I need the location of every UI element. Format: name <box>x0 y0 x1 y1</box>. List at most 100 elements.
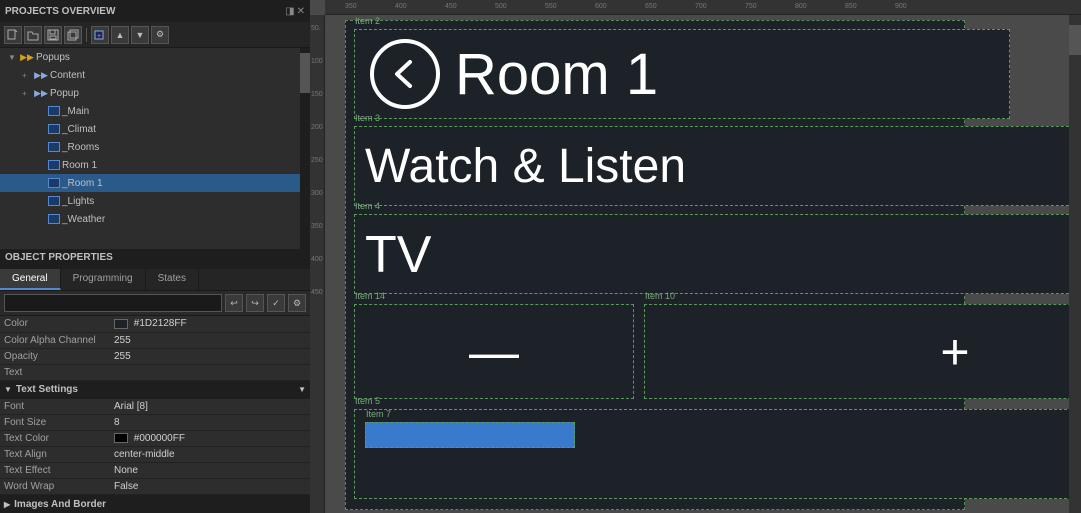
page-icon <box>48 106 60 116</box>
properties-tabs: General Programming States <box>0 269 310 291</box>
new-btn[interactable] <box>4 26 22 44</box>
object-name-input[interactable] <box>4 294 222 312</box>
prop-wordwrap-row: Word Wrap False <box>0 479 310 495</box>
prop-texteffect-value: None <box>110 463 310 479</box>
collapse-icon[interactable]: ▼ <box>4 385 12 394</box>
item2-content: Room 1 <box>355 30 1009 118</box>
text-color-swatch[interactable] <box>114 433 128 443</box>
tree-weather[interactable]: _Weather <box>0 210 300 228</box>
minus-content: — <box>355 305 633 398</box>
prop-text-value <box>110 364 310 380</box>
tv-text: TV <box>355 226 441 284</box>
watch-listen-text: Watch & Listen <box>365 139 686 194</box>
tree-item-label: Room 1 <box>62 160 97 171</box>
settings-btn[interactable]: ⚙ <box>151 26 169 44</box>
down-btn[interactable]: ▼ <box>131 26 149 44</box>
item7[interactable]: Item 7 <box>365 422 575 448</box>
page-icon <box>48 124 60 134</box>
prop-fontsize-value: 8 <box>110 415 310 431</box>
expand-icon: ▼ <box>8 53 20 62</box>
prop-opacity-value: 255 <box>110 348 310 364</box>
ruler-top: 350 400 450 500 550 600 650 700 750 800 … <box>325 0 1081 15</box>
prop-alpha-label: Color Alpha Channel <box>0 332 110 348</box>
prop-textalign-row: Text Align center-middle <box>0 447 310 463</box>
tree-popup[interactable]: + ▶▶ Popup <box>0 84 300 102</box>
images-collapse-icon[interactable]: ▶ <box>4 500 10 509</box>
tab-states[interactable]: States <box>146 269 199 290</box>
prop-textcolor-label: Text Color <box>0 431 110 447</box>
back-arrow-circle[interactable] <box>370 39 440 109</box>
item14[interactable]: Item 14 — <box>354 304 634 399</box>
canvas-content: Item 2 Room 1 Item 3 Watch & Listen <box>325 15 1081 513</box>
add-page-btn[interactable]: + <box>91 26 109 44</box>
tree-item-label: _Rooms <box>62 142 99 153</box>
canvas-scrollbar-right[interactable] <box>1069 15 1081 513</box>
svg-text:+: + <box>97 33 101 40</box>
prop-fontsize-row: Font Size 8 <box>0 415 310 431</box>
item7-label: Item 7 <box>366 409 391 419</box>
open-btn[interactable] <box>24 26 42 44</box>
color-swatch[interactable] <box>114 319 128 329</box>
item5[interactable]: Item 5 Item 7 <box>354 409 1081 499</box>
toolbar-sep-1 <box>86 28 87 42</box>
tree-content[interactable]: + ▶▶ Content <box>0 66 300 84</box>
tree-main[interactable]: _Main <box>0 102 300 120</box>
item3[interactable]: Item 3 Watch & Listen <box>354 126 1081 206</box>
undo-btn[interactable]: ↩ <box>225 294 243 312</box>
tree-room1b[interactable]: _Room 1 <box>0 174 300 192</box>
prop-opacity-label: Opacity <box>0 348 110 364</box>
prop-wordwrap-label: Word Wrap <box>0 479 110 495</box>
tree-popups[interactable]: ▼ ▶▶ Popups <box>0 48 300 66</box>
copy-btn[interactable] <box>64 26 82 44</box>
prop-textalign-value: center-middle <box>110 447 310 463</box>
tree-item-label: _Weather <box>62 214 105 225</box>
tree-lights[interactable]: _Lights <box>0 192 300 210</box>
room-title: Room 1 <box>455 41 658 108</box>
projects-toolbar: + ▲ ▼ ⚙ <box>0 22 310 48</box>
item5-label: Item 5 <box>355 396 380 406</box>
page-icon <box>48 214 60 224</box>
save-project-btn[interactable] <box>44 26 62 44</box>
close-panel-icon[interactable]: ✕ <box>297 6 305 17</box>
prop-textcolor-row: Text Color #000000FF <box>0 431 310 447</box>
tab-general[interactable]: General <box>0 269 61 290</box>
item2[interactable]: Item 2 Room 1 <box>354 29 1010 119</box>
up-btn[interactable]: ▲ <box>111 26 129 44</box>
tab-programming[interactable]: Programming <box>61 269 146 290</box>
item4-label: Item 4 <box>355 201 380 211</box>
tree-item-label: _Climat <box>62 124 96 135</box>
ruler-left: 50. 100 150 200 250 300 350 400 450 <box>310 15 325 513</box>
confirm-btn[interactable]: ✓ <box>267 294 285 312</box>
page-icon <box>48 196 60 206</box>
prop-texteffect-row: Text Effect None <box>0 463 310 479</box>
item2-label: Item 2 <box>355 16 380 26</box>
item4[interactable]: Item 4 TV <box>354 214 1081 294</box>
tree-item-label: _Lights <box>62 196 94 207</box>
canvas-area: 350 400 450 500 550 600 650 700 750 800 … <box>310 0 1081 513</box>
prop-color-row: Color #1D2128FF <box>0 316 310 332</box>
tree-item-label: Popup <box>50 88 79 99</box>
images-border-header: ▶ Images And Border <box>0 495 310 513</box>
page-icon <box>48 142 60 152</box>
tree-rooms[interactable]: _Rooms <box>0 138 300 156</box>
tree-climat[interactable]: _Climat <box>0 120 300 138</box>
text-settings-dropdown-icon[interactable]: ▼ <box>298 385 306 394</box>
gear-btn[interactable]: ⚙ <box>288 294 306 312</box>
text-settings-header: ▼ Text Settings ▼ <box>0 381 310 399</box>
object-properties-header: OBJECT PROPERTIES <box>0 249 310 269</box>
object-properties-section: OBJECT PROPERTIES General Programming St… <box>0 249 310 513</box>
object-properties-title: OBJECT PROPERTIES <box>5 252 113 263</box>
ui-canvas: Item 2 Room 1 Item 3 Watch & Listen <box>345 20 965 510</box>
prop-textcolor-value: #000000FF <box>110 431 310 447</box>
expand-icon: + <box>22 89 34 98</box>
plus-symbol: + <box>940 327 969 377</box>
tree-room1[interactable]: Room 1 <box>0 156 300 174</box>
widget-group-icon: ▶▶ <box>34 86 48 100</box>
tree-item-label: Content <box>50 70 85 81</box>
prop-text-label: Text <box>0 364 110 380</box>
pin-icon[interactable]: ◨ <box>285 6 294 17</box>
item10[interactable]: Item 10 + <box>644 304 1081 399</box>
redo-btn[interactable]: ↪ <box>246 294 264 312</box>
prop-font-value: Arial [8] <box>110 399 310 415</box>
tree-scrollbar[interactable] <box>300 48 310 249</box>
